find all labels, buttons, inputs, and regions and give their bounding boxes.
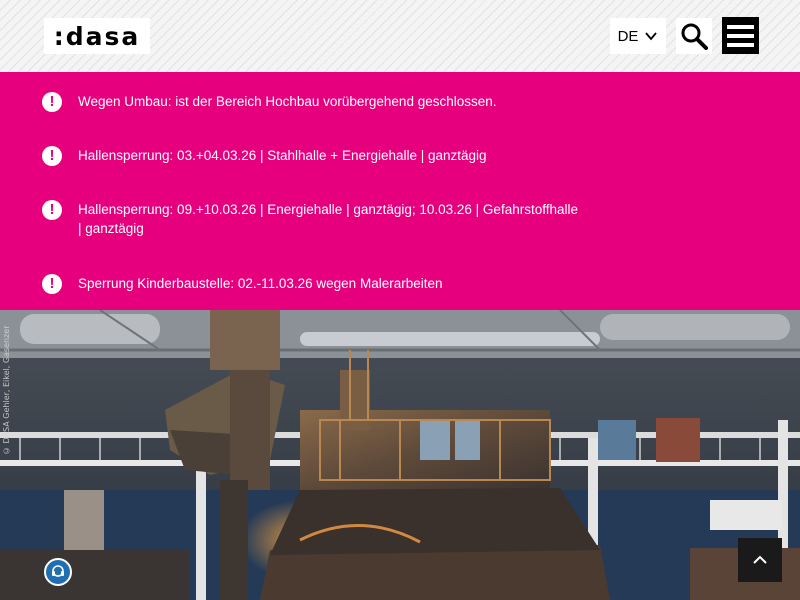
exclamation-icon: ! <box>42 274 62 294</box>
site-header: :dasa DE <box>0 0 800 72</box>
back-to-top-button[interactable] <box>738 538 782 582</box>
hamburger-icon <box>727 24 754 29</box>
ear-protection-icon <box>44 558 72 586</box>
chevron-up-icon <box>753 555 767 564</box>
language-label: DE <box>617 27 639 45</box>
notice-item: ! Hallensperrung: 03.+04.03.26 | Stahlha… <box>42 146 602 166</box>
exclamation-icon: ! <box>42 200 62 220</box>
notice-text: Wegen Umbau: ist der Bereich Hochbau vor… <box>78 94 497 109</box>
notice-text: Sperrung Kinderbaustelle: 02.-11.03.26 w… <box>78 276 443 291</box>
exclamation-icon: ! <box>42 146 62 166</box>
notice-text: Hallensperrung: 03.+04.03.26 | Stahlhall… <box>78 148 487 163</box>
notice-banner: ! Wegen Umbau: ist der Bereich Hochbau v… <box>0 72 800 310</box>
photo-credit: © DASA Gehler, Eikel, Gasenzer <box>2 325 11 455</box>
steel-hall-illustration <box>0 310 800 600</box>
notice-item: ! Hallensperrung: 09.+10.03.26 | Energie… <box>42 200 582 238</box>
notice-item: ! Wegen Umbau: ist der Bereich Hochbau v… <box>42 92 602 112</box>
search-icon <box>681 23 708 50</box>
hero-image <box>0 310 800 600</box>
notice-text: Hallensperrung: 09.+10.03.26 | Energieha… <box>78 202 578 236</box>
language-selector[interactable]: DE <box>610 18 666 54</box>
menu-button[interactable] <box>722 17 759 54</box>
dasa-logo[interactable]: :dasa <box>44 18 150 54</box>
exclamation-icon: ! <box>42 92 62 112</box>
chevron-down-icon <box>645 32 658 41</box>
search-button[interactable] <box>676 18 712 54</box>
notice-item: ! Sperrung Kinderbaustelle: 02.-11.03.26… <box>42 274 602 294</box>
